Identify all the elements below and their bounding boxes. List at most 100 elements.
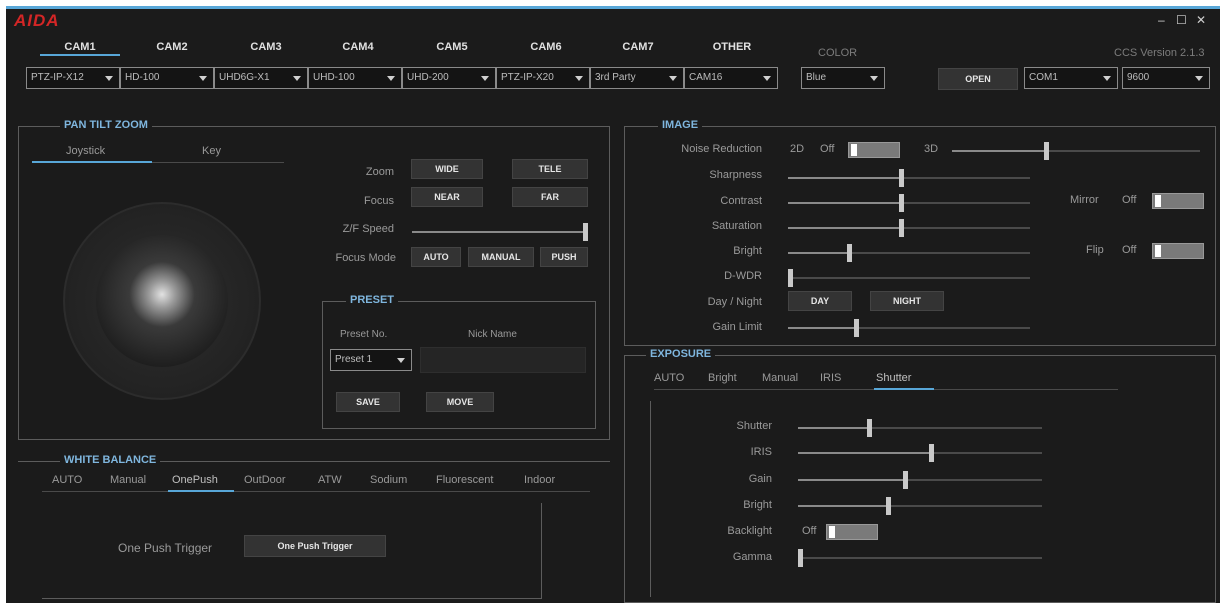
cam2-model-value: HD-100: [125, 72, 160, 83]
focus-far-button[interactable]: FAR: [512, 187, 588, 207]
shutter-slider[interactable]: [798, 419, 1042, 437]
cam1-model-select[interactable]: PTZ-IP-X12: [26, 67, 120, 89]
contrast-handle[interactable]: [899, 194, 904, 212]
other-model-value: CAM16: [689, 72, 723, 83]
exposure-title: EXPOSURE: [646, 348, 716, 360]
nr-2d-state: Off: [820, 143, 835, 155]
tab-joystick[interactable]: Joystick: [66, 145, 105, 157]
preset-save-button[interactable]: SAVE: [336, 392, 400, 412]
wb-tab-sodium[interactable]: Sodium: [370, 474, 407, 486]
exposure-bright-slider[interactable]: [798, 497, 1042, 515]
tab-key[interactable]: Key: [202, 145, 221, 157]
exposure-tab-bright[interactable]: Bright: [708, 372, 737, 384]
com-port-select[interactable]: COM1: [1024, 67, 1118, 89]
gamma-slider[interactable]: [798, 549, 1042, 567]
one-push-trigger-button[interactable]: One Push Trigger: [244, 535, 386, 557]
sharpness-handle[interactable]: [899, 169, 904, 187]
gain-limit-handle[interactable]: [854, 319, 859, 337]
nick-name-input[interactable]: [420, 347, 586, 373]
iris-handle[interactable]: [929, 444, 934, 462]
exposure-tab-manual[interactable]: Manual: [762, 372, 798, 384]
wb-tab-manual[interactable]: Manual: [110, 474, 146, 486]
tab-other[interactable]: OTHER: [692, 41, 772, 53]
night-button[interactable]: NIGHT: [870, 291, 944, 311]
zf-speed-fill: [412, 231, 585, 233]
gain-limit-slider[interactable]: [788, 319, 1030, 337]
other-model-select[interactable]: CAM16: [684, 67, 778, 89]
focus-manual-button[interactable]: MANUAL: [468, 247, 534, 267]
focus-push-button[interactable]: PUSH: [540, 247, 588, 267]
image-bright-label: Bright: [733, 245, 762, 257]
nr-3d-handle[interactable]: [1044, 142, 1049, 160]
nr-2d-label: 2D: [790, 143, 805, 155]
saturation-slider[interactable]: [788, 219, 1030, 237]
exposure-tab-iris[interactable]: IRIS: [820, 372, 841, 384]
one-push-trigger-label: One Push Trigger: [118, 541, 213, 555]
contrast-slider[interactable]: [788, 194, 1030, 212]
tab-cam6[interactable]: CAM6: [506, 41, 586, 53]
preset-move-button[interactable]: MOVE: [426, 392, 494, 412]
saturation-handle[interactable]: [899, 219, 904, 237]
zoom-wide-button[interactable]: WIDE: [411, 159, 483, 179]
exposure-tab-auto[interactable]: AUTO: [654, 372, 684, 384]
iris-slider[interactable]: [798, 444, 1042, 462]
cam4-model-select[interactable]: UHD-100: [308, 67, 402, 89]
image-bright-handle[interactable]: [847, 244, 852, 262]
focus-near-button[interactable]: NEAR: [411, 187, 483, 207]
flip-toggle[interactable]: [1152, 243, 1204, 259]
day-button[interactable]: DAY: [788, 291, 852, 311]
tab-cam1[interactable]: CAM1: [40, 41, 120, 56]
preset-number-select[interactable]: Preset 1: [330, 349, 412, 371]
gain-slider[interactable]: [798, 471, 1042, 489]
wb-onepush-underline: [168, 490, 234, 492]
zoom-tele-button[interactable]: TELE: [512, 159, 588, 179]
cam1-model-value: PTZ-IP-X12: [31, 72, 84, 83]
tab-cam4[interactable]: CAM4: [318, 41, 398, 53]
day-night-label: Day / Night: [707, 296, 762, 308]
cam2-model-select[interactable]: HD-100: [120, 67, 214, 89]
zf-speed-slider[interactable]: [412, 223, 588, 241]
wb-tab-outdoor[interactable]: OutDoor: [244, 474, 286, 486]
backlight-toggle[interactable]: [826, 524, 878, 540]
nr-3d-fill: [952, 150, 1046, 152]
tab-cam5[interactable]: CAM5: [412, 41, 492, 53]
tab-cam3[interactable]: CAM3: [226, 41, 306, 53]
dwdr-handle[interactable]: [788, 269, 793, 287]
dwdr-slider[interactable]: [788, 269, 1030, 287]
focus-auto-button[interactable]: AUTO: [411, 247, 461, 267]
color-select[interactable]: Blue: [801, 67, 885, 89]
zf-speed-handle[interactable]: [583, 223, 588, 241]
cam3-model-select[interactable]: UHD6G-X1: [214, 67, 308, 89]
toggle-nub: [1155, 195, 1161, 207]
focus-label: Focus: [364, 195, 394, 207]
wb-tab-atw[interactable]: ATW: [318, 474, 342, 486]
wb-title: WHITE BALANCE: [60, 454, 161, 466]
close-icon[interactable]: ✕: [1196, 13, 1206, 27]
gain-handle[interactable]: [903, 471, 908, 489]
cam6-model-select[interactable]: PTZ-IP-X20: [496, 67, 590, 89]
gain-fill: [798, 479, 905, 481]
wb-tab-fluorescent[interactable]: Fluorescent: [436, 474, 493, 486]
minimize-icon[interactable]: –: [1158, 13, 1165, 27]
exposure-tab-shutter[interactable]: Shutter: [876, 372, 911, 384]
open-button[interactable]: OPEN: [938, 68, 1018, 90]
baud-rate-select[interactable]: 9600: [1122, 67, 1210, 89]
mirror-toggle[interactable]: [1152, 193, 1204, 209]
maximize-icon[interactable]: ☐: [1176, 13, 1187, 27]
joystick-pad[interactable]: [40, 189, 280, 429]
nr-2d-toggle[interactable]: [848, 142, 900, 158]
wb-tab-onepush[interactable]: OnePush: [172, 474, 218, 486]
nr-3d-label: 3D: [924, 143, 939, 155]
nr-3d-slider[interactable]: [952, 142, 1200, 160]
tab-cam7[interactable]: CAM7: [598, 41, 678, 53]
gamma-handle[interactable]: [798, 549, 803, 567]
exposure-bright-handle[interactable]: [886, 497, 891, 515]
image-bright-slider[interactable]: [788, 244, 1030, 262]
shutter-handle[interactable]: [867, 419, 872, 437]
sharpness-slider[interactable]: [788, 169, 1030, 187]
cam7-model-select[interactable]: 3rd Party: [590, 67, 684, 89]
cam5-model-select[interactable]: UHD-200: [402, 67, 496, 89]
wb-tab-auto[interactable]: AUTO: [52, 474, 82, 486]
wb-tab-indoor[interactable]: Indoor: [524, 474, 555, 486]
tab-cam2[interactable]: CAM2: [132, 41, 212, 53]
